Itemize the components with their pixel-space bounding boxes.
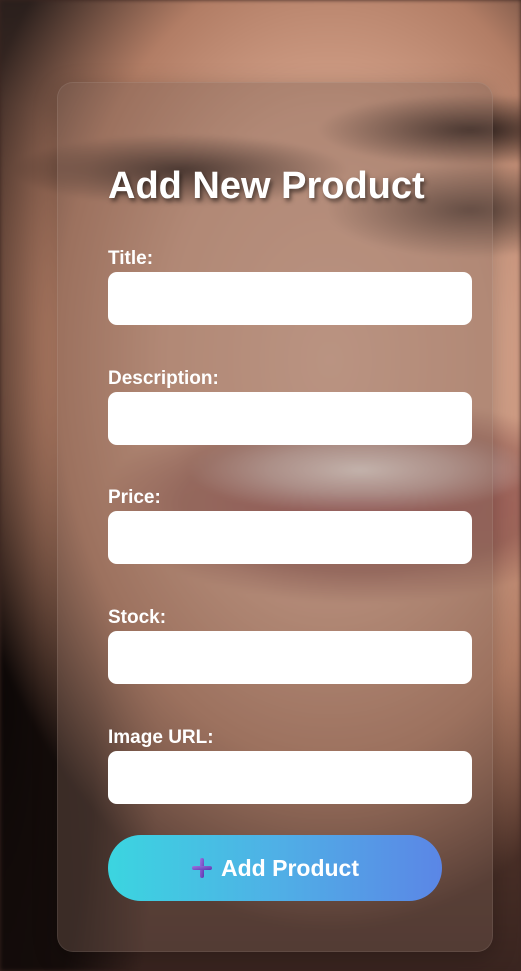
- image-url-label: Image URL:: [108, 727, 214, 748]
- description-input[interactable]: [108, 392, 472, 445]
- add-product-card: Add New Product Title: Description: Pric…: [57, 82, 493, 952]
- price-label: Price:: [108, 487, 161, 508]
- add-product-button[interactable]: Add Product: [108, 835, 442, 901]
- page-title: Add New Product: [108, 165, 425, 207]
- title-label: Title:: [108, 248, 154, 269]
- add-product-label: Add Product: [221, 854, 359, 881]
- description-label: Description:: [108, 368, 219, 389]
- stock-field-group: Stock:: [108, 606, 472, 684]
- price-field-group: Price:: [108, 486, 472, 564]
- title-field-group: Title:: [108, 247, 472, 325]
- price-input[interactable]: [108, 511, 472, 564]
- image-url-field-group: Image URL:: [108, 726, 472, 804]
- stock-input[interactable]: [108, 631, 472, 684]
- description-field-group: Description:: [108, 367, 472, 445]
- plus-icon: [191, 857, 213, 879]
- image-url-input[interactable]: [108, 751, 472, 804]
- title-input[interactable]: [108, 272, 472, 325]
- stock-label: Stock:: [108, 607, 167, 628]
